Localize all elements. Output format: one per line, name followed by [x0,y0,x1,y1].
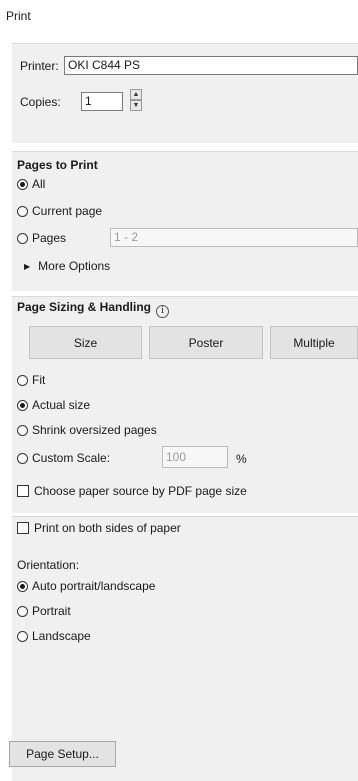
radio-current-page[interactable]: Current page [17,203,102,219]
radio-landscape-indicator[interactable] [17,630,28,642]
caret-up-icon[interactable]: ▲ [130,89,142,100]
copies-input[interactable]: 1 [81,92,123,111]
radio-shrink-oversized[interactable]: Shrink oversized pages [17,422,157,438]
radio-all-indicator[interactable] [17,178,28,190]
radio-pages-indicator[interactable] [17,232,28,244]
tab-multiple[interactable]: Multiple [270,326,358,359]
pages-range-input[interactable]: 1 - 2 [110,228,358,247]
radio-auto-portrait-landscape[interactable]: Auto portrait/landscape [17,578,155,594]
printer-label: Printer: [20,59,59,73]
copies-stepper[interactable]: ▲ ▼ [130,89,143,112]
radio-current-page-indicator[interactable] [17,205,28,217]
radio-custom-scale-label: Custom Scale: [32,451,111,465]
radio-shrink-oversized-label: Shrink oversized pages [32,423,157,437]
more-options-label: More Options [38,259,111,273]
info-icon[interactable]: i [156,305,170,318]
paper-source-checkbox[interactable] [17,485,29,497]
radio-actual-size-label: Actual size [32,398,91,412]
radio-landscape-label: Landscape [32,629,91,643]
radio-all[interactable]: All [17,176,45,192]
radio-actual-size-indicator[interactable] [17,399,28,411]
page-setup-button[interactable]: Page Setup... [9,741,116,767]
percent-label: % [236,452,247,466]
radio-auto-label: Auto portrait/landscape [32,579,156,593]
radio-shrink-oversized-indicator[interactable] [17,424,28,436]
radio-current-page-label: Current page [32,204,103,218]
title-bar: Print [0,0,358,24]
paper-source-checkbox-row[interactable]: Choose paper source by PDF page size [17,483,247,499]
radio-pages-label: Pages [32,231,67,245]
radio-fit-label: Fit [32,373,46,387]
radio-portrait-indicator[interactable] [17,605,28,617]
radio-custom-scale-indicator[interactable] [17,452,28,464]
radio-landscape[interactable]: Landscape [17,628,91,644]
radio-portrait[interactable]: Portrait [17,603,71,619]
window-title: Print [6,9,31,23]
tab-size[interactable]: Size [29,326,142,359]
printer-select[interactable]: OKI C844 PS [64,56,358,75]
tab-poster[interactable]: Poster [149,326,263,359]
radio-auto-indicator[interactable] [17,580,28,592]
duplex-checkbox[interactable] [17,522,29,534]
paper-source-label: Choose paper source by PDF page size [34,484,247,498]
radio-custom-scale[interactable]: Custom Scale: [17,450,110,466]
custom-scale-input[interactable]: 100 [162,446,228,468]
radio-actual-size[interactable]: Actual size [17,397,90,413]
pages-to-print-heading: Pages to Print [17,158,98,172]
more-options-toggle[interactable]: ▶ More Options [24,259,110,273]
duplex-checkbox-row[interactable]: Print on both sides of paper [17,520,181,536]
triangle-right-icon: ▶ [24,261,31,271]
radio-pages[interactable]: Pages [17,230,66,246]
page-sizing-heading-text: Page Sizing & Handling [17,300,152,314]
page-sizing-heading: Page Sizing & Handling i [17,300,170,318]
radio-fit[interactable]: Fit [17,372,45,388]
copies-label: Copies: [20,95,61,109]
radio-fit-indicator[interactable] [17,374,28,386]
orientation-heading: Orientation: [17,558,80,572]
caret-down-icon[interactable]: ▼ [130,100,142,111]
radio-portrait-label: Portrait [32,604,71,618]
radio-all-label: All [32,177,46,191]
duplex-label: Print on both sides of paper [34,521,181,535]
